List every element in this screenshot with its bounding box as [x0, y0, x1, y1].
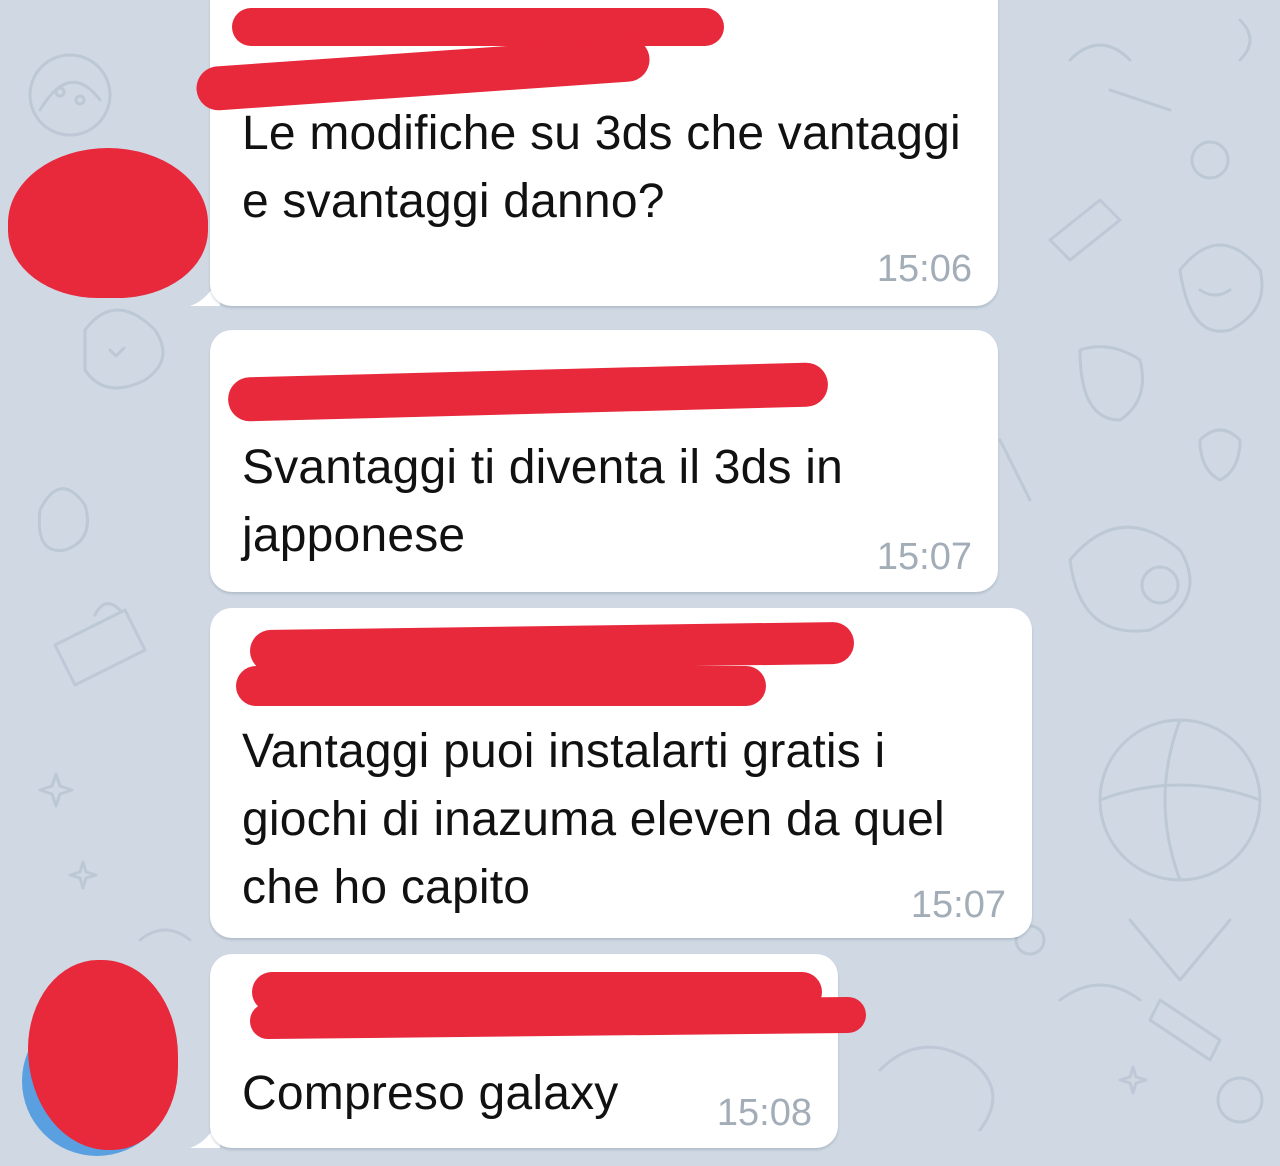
message-bubble[interactable]: Vantaggi puoi instalarti gratis i giochi…: [210, 608, 1032, 938]
message-text: Compreso galaxy: [242, 1067, 619, 1120]
message-text: Svantaggi ti diventa il 3ds in japponese: [242, 441, 844, 562]
message-time: 15:08: [716, 1092, 812, 1134]
sender-name-redaction: [249, 996, 867, 1040]
message-text: Vantaggi puoi instalarti gratis i giochi…: [242, 725, 945, 914]
message-bubble[interactable]: Le modifiche su 3ds che vantaggi e svant…: [195, 0, 998, 306]
message-time: 15:07: [910, 884, 1006, 926]
avatar-redaction: [8, 148, 208, 298]
sender-name-redaction: [236, 666, 766, 706]
message-bubble[interactable]: Compreso galaxy 15:08: [210, 954, 867, 1148]
message-text: Le modifiche su 3ds che vantaggi e svant…: [242, 107, 961, 228]
sender-name-redaction: [232, 8, 724, 46]
message-bubble[interactable]: Svantaggi ti diventa il 3ds in japponese…: [210, 330, 998, 592]
sender-name-redaction: [249, 621, 855, 673]
message-time: 15:07: [876, 536, 972, 578]
message-time: 15:06: [876, 248, 972, 290]
